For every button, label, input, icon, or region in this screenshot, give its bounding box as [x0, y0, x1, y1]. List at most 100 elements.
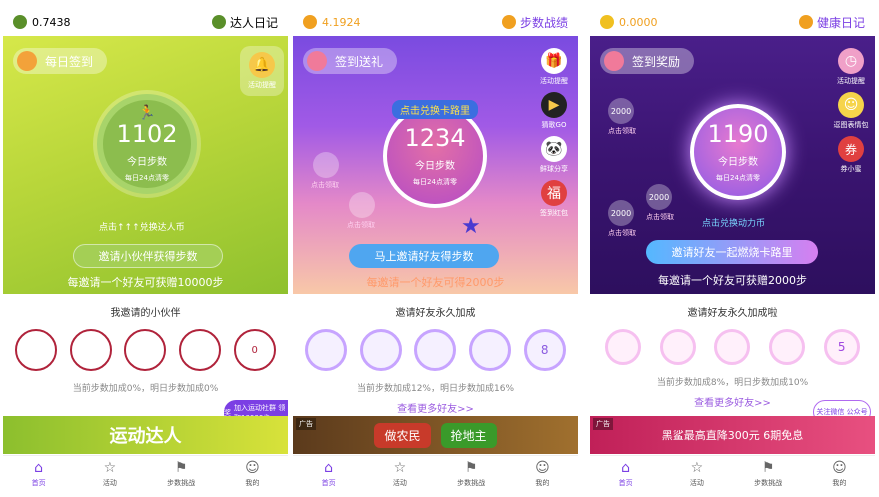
step-count: 1102 — [116, 120, 178, 148]
ad-tag: 广告 — [593, 418, 613, 430]
side-item-share[interactable]: 🐼 鲜球分享 — [534, 136, 574, 174]
friend-avatar[interactable] — [359, 329, 402, 371]
friend-add-slot[interactable]: 5 — [823, 329, 860, 365]
invite-button[interactable]: 马上邀请好友得步数 — [349, 244, 499, 268]
ad-tag: 广告 — [296, 418, 316, 430]
gift-icon — [604, 51, 624, 71]
friend-avatar[interactable] — [714, 329, 751, 365]
side-item-reminder[interactable]: ◷ 活动提醒 — [831, 48, 871, 86]
step-count: 1234 — [404, 124, 466, 152]
friend-avatar[interactable] — [605, 329, 642, 365]
app-title[interactable]: 健康日记 — [798, 14, 865, 31]
friend-slot[interactable] — [124, 329, 167, 371]
tab-activity[interactable]: ☆ 活动 — [364, 456, 435, 493]
app-title[interactable]: 达人日记 — [211, 14, 278, 31]
side-item-coupon[interactable]: 券 券小蜜 — [831, 136, 871, 174]
tab-challenge[interactable]: ⚑ 步数挑战 — [733, 456, 804, 493]
friend-avatar[interactable] — [769, 329, 806, 365]
friends-section: 邀请好友永久加成 8 当前步数加成12%，明日步数加成16% 查看更多好友>> — [293, 300, 578, 415]
music-icon: ▶ — [541, 92, 567, 118]
side-item-reminder[interactable]: 🎁 活动提醒 — [534, 48, 574, 86]
step-bubble[interactable] — [349, 192, 375, 218]
step-reset-note: 每日24点清零 — [413, 178, 457, 186]
top-bar: 0.0000 健康日记 — [590, 8, 875, 36]
friend-add-slot[interactable]: 8 — [523, 329, 566, 371]
tab-activity[interactable]: ☆ 活动 — [661, 456, 732, 493]
exchange-hint[interactable]: 点击兑换动力币 — [702, 216, 765, 229]
tab-label: 活动 — [392, 479, 407, 487]
side-item-label: 活动提醒 — [837, 77, 865, 85]
star-icon: ☆ — [393, 460, 407, 476]
app-name: 健康日记 — [816, 15, 865, 30]
friends-section: 我邀请的小伙伴 0 当前步数加成0%，明日步数加成0% — [3, 300, 288, 394]
friend-add-slot[interactable]: 0 — [233, 329, 276, 371]
tab-challenge[interactable]: ⚑ 步数挑战 — [436, 456, 507, 493]
ad-banner[interactable]: 广告 黑鲨最高直降300元 6期免息 — [590, 416, 875, 454]
friends-section: 邀请好友永久加成啦 5 当前步数加成8%，明日步数加成10% 查看更多好友>> — [590, 300, 875, 409]
checkin-pill[interactable]: 每日签到 — [13, 48, 108, 74]
friend-slot[interactable] — [179, 329, 222, 371]
checkin-pill[interactable]: 签到奖励 — [600, 48, 695, 74]
tab-me[interactable]: ☺ 我的 — [507, 456, 578, 493]
lantern-icon: 福 — [541, 180, 567, 206]
tab-home[interactable]: ⌂ 首页 — [3, 456, 74, 493]
tab-label: 步数挑战 — [167, 479, 196, 487]
friend-avatar[interactable] — [414, 329, 457, 371]
step-count: 1190 — [707, 120, 769, 148]
gift-icon — [307, 51, 327, 71]
tab-activity[interactable]: ☆ 活动 — [74, 456, 145, 493]
side-item-emoji[interactable]: ☺ 逗图表情包 — [831, 92, 871, 130]
checkin-pill[interactable]: 签到送礼 — [303, 48, 398, 74]
home-icon: ⌂ — [324, 460, 334, 476]
coin-balance[interactable]: 4.1924 — [303, 15, 361, 29]
step-label: 今日步数 — [127, 157, 167, 168]
invite-reward-text: 每邀请一个好友可获赠2000步 — [658, 274, 807, 287]
invite-reward-text: 每邀请一个好友可获赠10000步 — [67, 276, 224, 289]
invite-button[interactable]: 邀请好友一起燃烧卡路里 — [646, 240, 818, 264]
tab-home[interactable]: ⌂ 首页 — [293, 456, 364, 493]
step-ring[interactable]: 🏃 1102 今日步数 每日24点清零 — [97, 94, 197, 194]
step-bubble[interactable] — [313, 152, 339, 178]
step-bubble[interactable]: 2000 — [608, 98, 634, 124]
top-bar: 0.7438 达人日记 — [3, 8, 288, 36]
friend-slot[interactable] — [69, 329, 112, 371]
step-ring[interactable]: 1190 今日步数 每日24点清零 — [690, 104, 786, 200]
phone-panel-3: 0.0000 健康日记 签到奖励 ◷ 活动提醒 ☺ 逗图表情包 券 券小蜜 20… — [590, 8, 875, 493]
tab-label: 首页 — [321, 479, 336, 487]
step-bubble[interactable]: 2000 — [608, 200, 634, 226]
home-icon: ⌂ — [34, 460, 44, 476]
more-friends-link[interactable]: 查看更多好友>> — [293, 400, 578, 415]
gold-coin-icon — [303, 15, 317, 29]
coin-balance[interactable]: 0.7438 — [13, 15, 71, 29]
bonus-stats: 当前步数加成12%，明日步数加成16% — [356, 384, 514, 394]
side-item-redpacket[interactable]: 福 签到红包 — [534, 180, 574, 218]
ad-banner[interactable]: 运动达人 — [3, 416, 288, 454]
side-item-music[interactable]: ▶ 猜歌GO — [534, 92, 574, 130]
friend-slot[interactable] — [15, 329, 58, 371]
ad-text: 运动达人 — [109, 426, 182, 447]
coin-balance[interactable]: 0.0000 — [600, 15, 658, 29]
tab-challenge[interactable]: ⚑ 步数挑战 — [146, 456, 217, 493]
tab-me[interactable]: ☺ 我的 — [804, 456, 875, 493]
ad-banner[interactable]: 广告 做农民 抢地主 — [293, 416, 578, 454]
bell-icon: 🔔 — [249, 52, 275, 78]
step-ring[interactable]: 点击兑换卡路里 1234 今日步数 每日24点清零 — [383, 100, 487, 208]
section-title: 邀请好友永久加成 — [395, 308, 476, 319]
friend-avatar[interactable] — [305, 329, 348, 371]
section-title: 我邀请的小伙伴 — [110, 308, 181, 319]
exchange-hint[interactable]: 点击↑↑↑兑换达人币 — [99, 220, 185, 233]
runner-icon: ⚑ — [761, 460, 775, 476]
side-item-reminder[interactable]: 🔔 活动提醒 — [242, 52, 282, 90]
ad-button[interactable]: 抢地主 — [440, 422, 497, 448]
exchange-banner[interactable]: 点击兑换卡路里 — [392, 100, 478, 119]
invite-button[interactable]: 邀请小伙伴获得步数 — [73, 244, 223, 268]
step-bubble[interactable]: 2000 — [646, 184, 672, 210]
friend-avatar[interactable] — [659, 329, 696, 365]
user-icon: ☺ — [245, 460, 260, 476]
friend-avatar[interactable] — [469, 329, 512, 371]
tab-me[interactable]: ☺ 我的 — [217, 456, 288, 493]
ad-button[interactable]: 做农民 — [374, 422, 431, 448]
app-title[interactable]: 步数战绩 — [501, 14, 568, 31]
coin-stack-icon — [600, 15, 614, 29]
tab-home[interactable]: ⌂ 首页 — [590, 456, 661, 493]
